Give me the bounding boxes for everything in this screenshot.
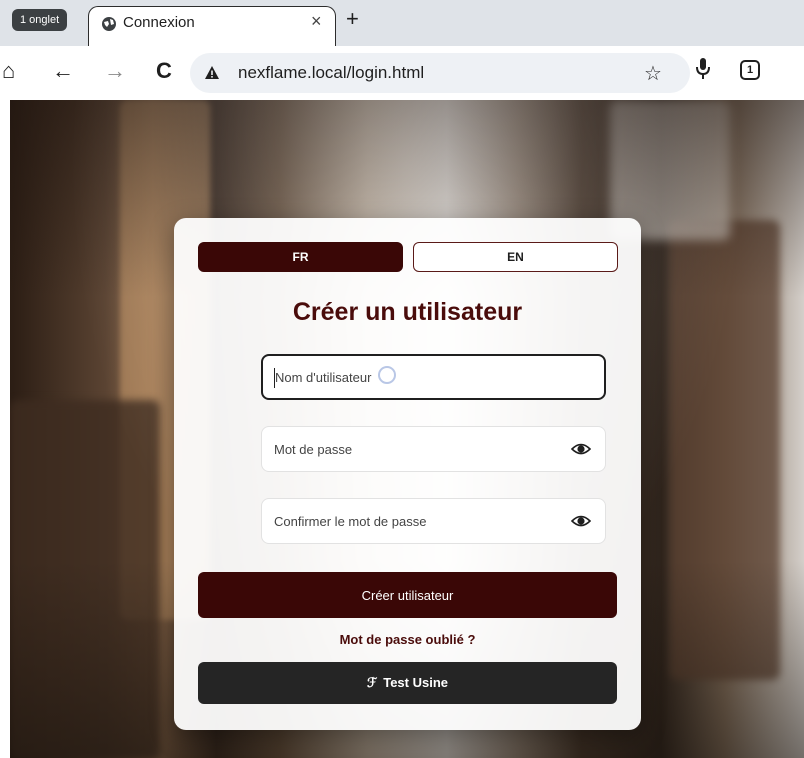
url-text[interactable]: nexflame.local/login.html xyxy=(238,63,424,83)
tab-strip: 1 onglet Connexion × + xyxy=(0,0,804,46)
forward-arrow-icon[interactable]: → xyxy=(104,58,126,84)
page-title: Créer un utilisateur xyxy=(292,298,523,326)
tab-title: Connexion xyxy=(123,14,195,31)
wrench-icon: ℱ xyxy=(366,675,378,690)
back-arrow-icon[interactable]: ← xyxy=(52,58,74,84)
reload-icon[interactable]: C xyxy=(156,58,172,84)
create-user-card: FR EN Créer un utilisateur Créer utilisa… xyxy=(174,218,641,730)
warning-icon[interactable] xyxy=(204,65,220,81)
browser-toolbar: ⌂ ← → C nexflame.local/login.html ☆ 1 xyxy=(0,46,804,100)
create-user-button[interactable]: Créer utilisateur xyxy=(198,572,617,618)
tab-switcher-icon[interactable]: 1 xyxy=(740,60,760,80)
test-usine-label: Test Usine xyxy=(383,675,448,690)
close-icon[interactable]: × xyxy=(311,11,322,32)
eye-icon[interactable] xyxy=(571,514,591,528)
eye-icon[interactable] xyxy=(571,442,591,456)
password-field[interactable] xyxy=(261,426,606,472)
lang-en-button[interactable]: EN xyxy=(413,242,618,272)
plus-icon[interactable]: + xyxy=(346,6,359,32)
confirm-password-field[interactable] xyxy=(261,498,606,544)
address-bar[interactable]: nexflame.local/login.html ☆ xyxy=(190,53,690,93)
globe-icon xyxy=(102,17,116,31)
text-caret xyxy=(274,368,275,388)
confirm-password-input[interactable] xyxy=(274,499,554,543)
username-field[interactable] xyxy=(261,354,606,400)
tab-count-badge[interactable]: 1 onglet xyxy=(12,9,68,31)
username-input[interactable] xyxy=(275,356,555,398)
star-icon[interactable]: ☆ xyxy=(644,61,662,86)
loading-spinner-icon xyxy=(378,366,396,384)
lang-fr-button[interactable]: FR xyxy=(198,242,403,272)
tab-connexion[interactable]: Connexion × xyxy=(88,6,336,46)
home-icon[interactable]: ⌂ xyxy=(2,58,15,84)
microphone-icon[interactable] xyxy=(694,56,712,82)
test-usine-button[interactable]: ℱ Test Usine xyxy=(198,662,617,704)
password-input[interactable] xyxy=(274,427,554,471)
page-viewport: FR EN Créer un utilisateur Créer utilisa… xyxy=(10,100,804,758)
forgot-password-link[interactable]: Mot de passe oublié ? xyxy=(174,632,641,647)
